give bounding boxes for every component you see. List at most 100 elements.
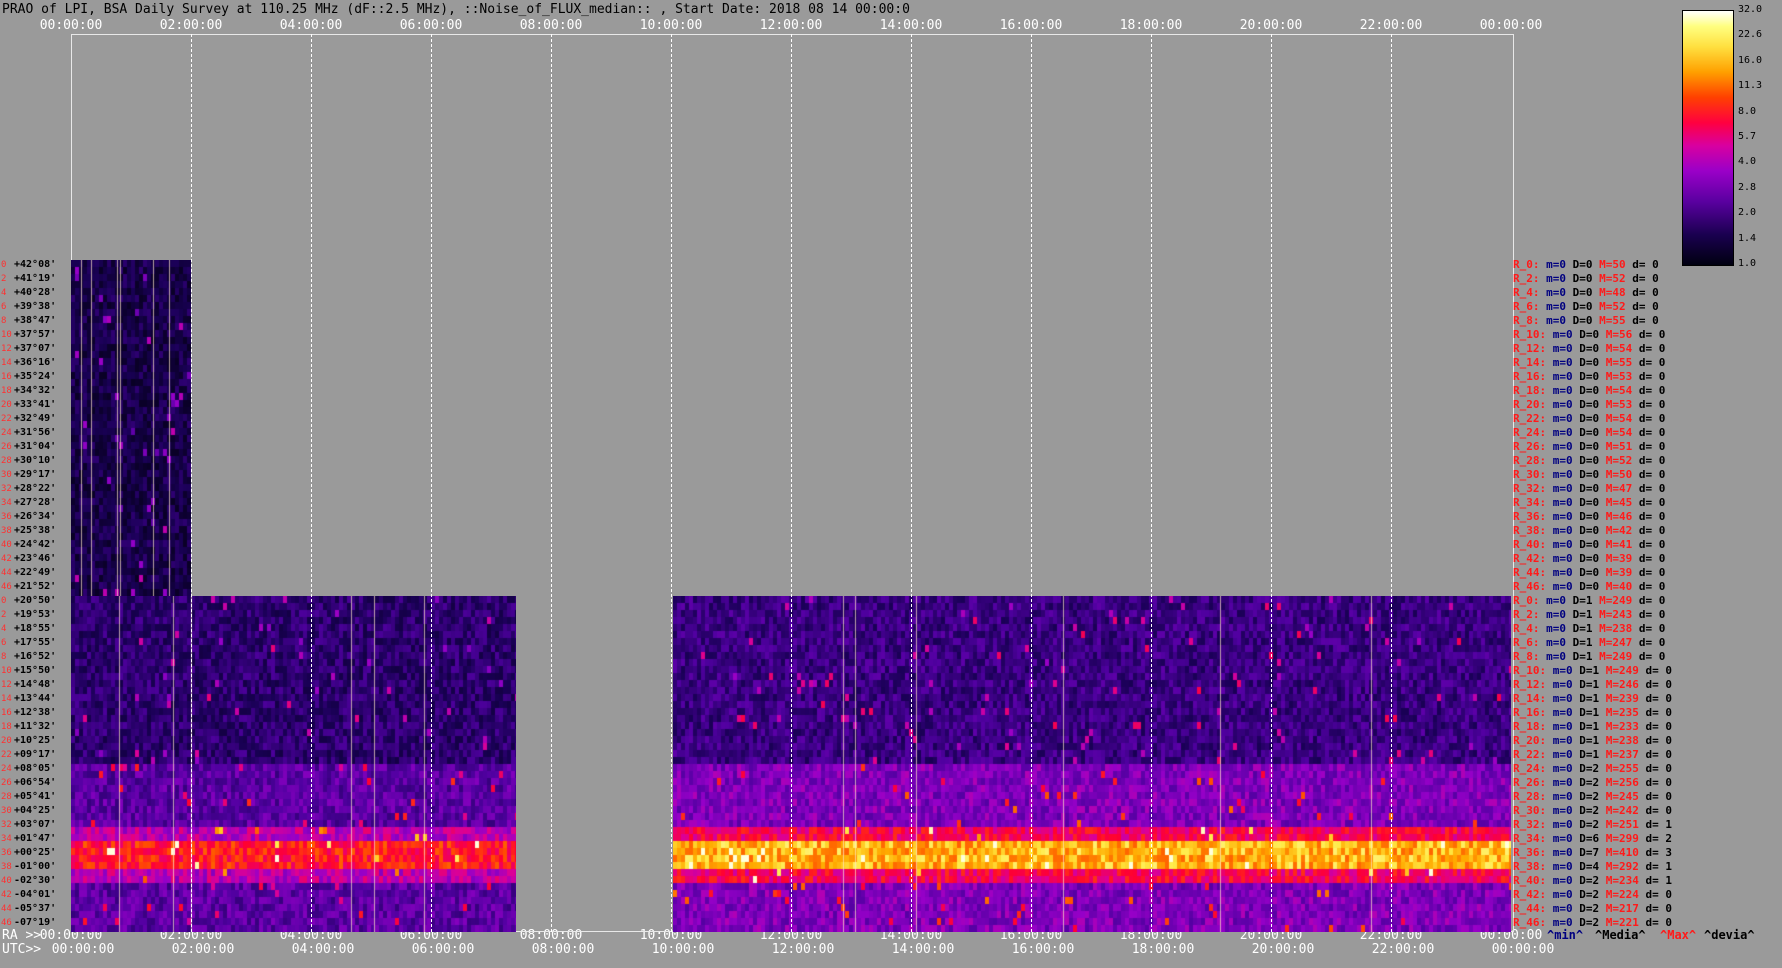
- row-index: 12: [1, 680, 12, 690]
- row-stat: R_46: m=0 D=2 M=221 d= 0: [1513, 916, 1672, 930]
- row-stat-rn: R_26:: [1513, 776, 1547, 789]
- row-stat: R_24: m=0 D=0 M=54 d= 0: [1513, 426, 1665, 440]
- declination-label: +00°25': [14, 847, 57, 858]
- row-stat-dd: D=0: [1572, 496, 1600, 509]
- row-stat-dv: d= 0: [1632, 524, 1666, 537]
- row-stat: R_6: m=0 D=1 M=247 d= 0: [1513, 636, 1665, 650]
- bottom-time-label-utc: 22:00:00: [1371, 942, 1435, 957]
- top-time-label: 06:00:00: [399, 18, 463, 33]
- row-stat-dv: d= 0: [1625, 286, 1659, 299]
- row-stat: R_34: m=0 D=6 M=299 d= 2: [1513, 832, 1672, 846]
- row-stat-mx: M=48: [1592, 286, 1626, 299]
- row-stat-dv: d= 0: [1638, 762, 1672, 775]
- row-stat-rn: R_10:: [1513, 664, 1547, 677]
- row-stat-rn: R_8:: [1513, 650, 1540, 663]
- row-index: 28: [1, 456, 12, 466]
- row-stat-mn: m=0: [1539, 258, 1566, 271]
- colorbar-tick: 16.0: [1738, 54, 1763, 66]
- row-stat-dd: D=1: [1566, 650, 1593, 663]
- row-stat-rn: R_16:: [1513, 706, 1547, 719]
- row-index: 22: [1, 750, 12, 760]
- row-index: 24: [1, 428, 12, 438]
- row-index: 22: [1, 414, 12, 424]
- row-stat-dv: d= 0: [1638, 706, 1672, 719]
- row-stat: R_4: m=0 D=1 M=238 d= 0: [1513, 622, 1665, 636]
- row-stat-dv: d= 0: [1638, 804, 1672, 817]
- declination-label: +21°52': [14, 581, 57, 592]
- declination-label: +26°34': [14, 511, 57, 522]
- row-stat-mx: M=46: [1599, 510, 1633, 523]
- row-stat-rn: R_42:: [1513, 888, 1547, 901]
- row-stat: R_32: m=0 D=0 M=47 d= 0: [1513, 482, 1665, 496]
- row-stat-dd: D=2: [1572, 902, 1600, 915]
- row-stat: R_44: m=0 D=0 M=39 d= 0: [1513, 566, 1665, 580]
- row-stat-mx: M=292: [1599, 860, 1639, 873]
- row-stat-mx: M=255: [1599, 762, 1639, 775]
- row-stat-dd: D=0: [1572, 468, 1600, 481]
- row-stat-mx: M=249: [1592, 650, 1633, 663]
- declination-label: +42°08': [14, 259, 57, 270]
- row-stat-dv: d= 0: [1638, 720, 1672, 733]
- row-index: 8: [1, 316, 7, 326]
- row-stat-rn: R_32:: [1513, 482, 1547, 495]
- row-stat-rn: R_38:: [1513, 860, 1547, 873]
- row-stat-rn: R_28:: [1513, 454, 1547, 467]
- row-stat-rn: R_6:: [1513, 636, 1540, 649]
- row-stat-dd: D=0: [1572, 370, 1600, 383]
- row-stat: R_6: m=0 D=0 M=52 d= 0: [1513, 300, 1659, 314]
- time-grid-line: [551, 34, 552, 932]
- bottom-time-label-utc: 00:00:00: [51, 942, 115, 957]
- row-stat-dv: d= 0: [1632, 356, 1666, 369]
- time-grid-line: [191, 34, 192, 932]
- row-stat-dv: d= 0: [1625, 272, 1659, 285]
- legend-median: ^Media^: [1595, 928, 1646, 942]
- row-stat-mn: m=0: [1546, 524, 1573, 537]
- row-stat-mn: m=0: [1546, 454, 1573, 467]
- row-stat-mn: m=0: [1539, 608, 1566, 621]
- row-stat-mn: m=0: [1539, 286, 1566, 299]
- row-stat-mn: m=0: [1546, 510, 1573, 523]
- row-stat: R_30: m=0 D=0 M=50 d= 0: [1513, 468, 1665, 482]
- row-stat-rn: R_36:: [1513, 510, 1547, 523]
- row-stat: R_4: m=0 D=0 M=48 d= 0: [1513, 286, 1659, 300]
- time-grid-line: [311, 34, 312, 932]
- row-stat-mn: m=0: [1546, 706, 1573, 719]
- declination-label: +01°47': [14, 833, 57, 844]
- row-stat-mn: m=0: [1546, 678, 1573, 691]
- top-time-label: 20:00:00: [1239, 18, 1303, 33]
- bottom-time-label-utc: 06:00:00: [411, 942, 475, 957]
- declination-label: +31°04': [14, 441, 57, 452]
- row-index: 6: [1, 302, 7, 312]
- heatmap-canvas: [71, 260, 191, 596]
- row-stat-mx: M=52: [1599, 454, 1633, 467]
- row-index: 18: [1, 722, 12, 732]
- row-stat-mn: m=0: [1546, 790, 1573, 803]
- row-index: 20: [1, 736, 12, 746]
- row-stat-mx: M=54: [1599, 384, 1633, 397]
- row-stat-dd: D=2: [1572, 776, 1600, 789]
- row-stat-rn: R_44:: [1513, 902, 1547, 915]
- row-index: 42: [1, 890, 12, 900]
- row-stat-rn: R_2:: [1513, 272, 1540, 285]
- row-stat: R_2: m=0 D=1 M=243 d= 0: [1513, 608, 1665, 622]
- row-stat: R_22: m=0 D=0 M=54 d= 0: [1513, 412, 1665, 426]
- row-stat-rn: R_26:: [1513, 440, 1547, 453]
- row-stat-rn: R_12:: [1513, 678, 1547, 691]
- row-index: 46: [1, 582, 12, 592]
- row-stat: R_46: m=0 D=0 M=40 d= 0: [1513, 580, 1665, 594]
- row-stat-dd: D=1: [1566, 636, 1593, 649]
- row-stat: R_42: m=0 D=2 M=224 d= 0: [1513, 888, 1672, 902]
- bottom-time-label-utc: 00:00:00: [1491, 942, 1555, 957]
- row-stat-dd: D=0: [1572, 510, 1600, 523]
- row-stat-mx: M=54: [1599, 412, 1633, 425]
- row-stat: R_16: m=0 D=1 M=235 d= 0: [1513, 706, 1672, 720]
- row-stat: R_0: m=0 D=0 M=50 d= 0: [1513, 258, 1659, 272]
- row-stat-mx: M=235: [1599, 706, 1639, 719]
- row-stat-rn: R_14:: [1513, 692, 1547, 705]
- row-stat-dv: d= 0: [1638, 734, 1672, 747]
- row-stat-dv: d= 0: [1632, 342, 1666, 355]
- row-stat-mn: m=0: [1539, 300, 1566, 313]
- declination-label: +33°41': [14, 399, 57, 410]
- row-index: 0: [1, 260, 7, 270]
- row-stat-rn: R_4:: [1513, 622, 1540, 635]
